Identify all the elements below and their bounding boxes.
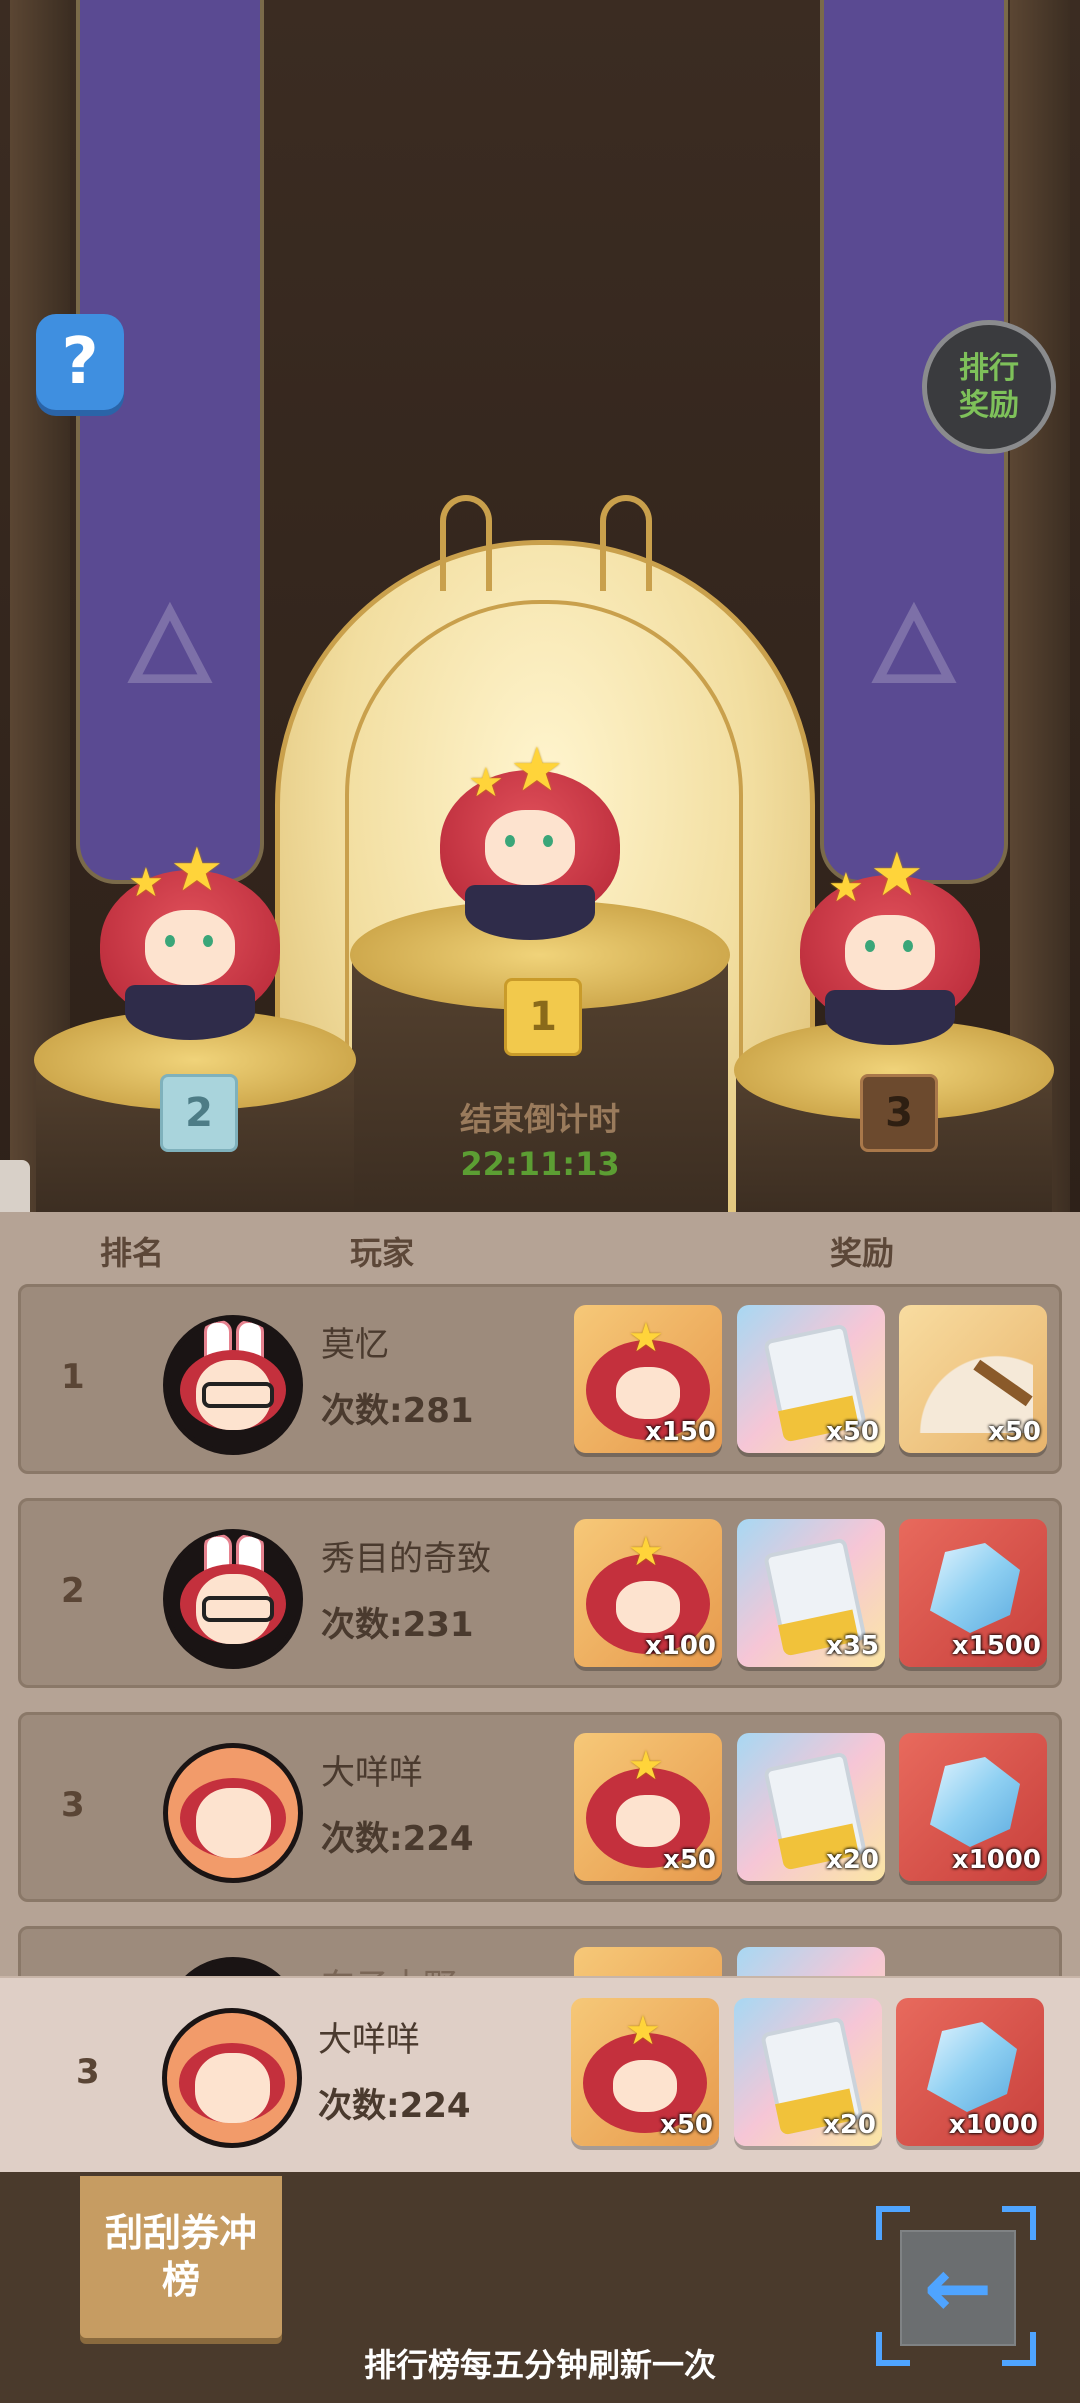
reward-qty: x1000 [948, 2110, 1038, 2140]
reward-qty: x50 [988, 1417, 1041, 1447]
gem-reward-item[interactable]: x1000 [896, 1998, 1044, 2146]
reward-qty: x150 [644, 1417, 716, 1447]
help-button[interactable]: ? [36, 314, 124, 410]
reward-qty: x50 [826, 1417, 879, 1447]
scratch-ticket-reward-item[interactable]: x50 [737, 1305, 885, 1453]
arch-horn-right [600, 495, 652, 591]
star-icon: ★ [870, 840, 924, 910]
back-arrow-icon: ← [900, 2230, 1016, 2346]
reward-qty: x50 [663, 1845, 716, 1875]
scratch-ticket-ranking-label: 刮刮券冲 榜 [104, 2210, 257, 2303]
play-count: 次数:231 [321, 1605, 474, 1645]
diamond-icon [930, 1757, 1020, 1847]
table-row[interactable]: 3 大咩咩 次数:224 ★ x50 x20 x1000 [18, 1712, 1062, 1902]
my-avatar [162, 2008, 302, 2148]
scratch-ticket-reward-item[interactable]: x20 [734, 1998, 882, 2146]
avatar [163, 1529, 303, 1669]
play-count: 次数:224 [321, 1819, 474, 1859]
torch-icon: 🜂 [121, 581, 219, 709]
torch-icon: 🜂 [865, 581, 963, 709]
podium-scene: 🜂 🜂 ★ ★ ★ ★ ★ ★ 1 2 3 结束倒计时 22:11:13 [0, 0, 1080, 1215]
star-icon: ★ [628, 1315, 664, 1361]
reward-qty: x1000 [951, 1845, 1041, 1875]
ranking-rewards-label: 排行 奖励 [959, 350, 1019, 424]
star-icon: ★ [625, 2008, 661, 2054]
table-row[interactable]: 1 莫忆 次数:281 ★ x150 x50 x50 [18, 1284, 1062, 1474]
reward-qty: x20 [826, 1845, 879, 1875]
my-rank-number: 3 [76, 2052, 100, 2092]
play-count: 次数:281 [321, 1391, 474, 1431]
star-icon: ★ [468, 760, 504, 806]
hero-reward-item[interactable]: ★ x50 [571, 1998, 719, 2146]
my-play-count: 次数:224 [318, 2086, 471, 2126]
diamond-icon [927, 2022, 1017, 2112]
rank-number: 2 [61, 1571, 85, 1611]
hero-reward-item[interactable]: ★ x50 [574, 1733, 722, 1881]
header-reward: 奖励 [830, 1234, 895, 1272]
star-icon: ★ [628, 1743, 664, 1789]
first-place-character: ★ ★ [430, 735, 630, 940]
my-player-name: 大咩咩 [318, 2020, 420, 2060]
right-pillar [1010, 0, 1070, 1215]
star-icon: ★ [128, 860, 164, 906]
star-icon: ★ [628, 1529, 664, 1575]
header-player: 玩家 [350, 1234, 415, 1272]
rank-number: 3 [61, 1785, 85, 1825]
scratch-ticket-reward-item[interactable]: x35 [737, 1519, 885, 1667]
third-place-character: ★ ★ [790, 840, 990, 1045]
fan-reward-item[interactable]: x50 [899, 1305, 1047, 1453]
player-name: 大咩咩 [321, 1753, 423, 1793]
reward-qty: x35 [826, 1631, 879, 1661]
star-icon: ★ [510, 735, 564, 805]
reward-qty: x20 [823, 2110, 876, 2140]
scratch-ticket-reward-item[interactable]: x20 [737, 1733, 885, 1881]
avatar [163, 1743, 303, 1883]
countdown-label: 结束倒计时 [459, 1100, 620, 1138]
reward-qty: x100 [644, 1631, 716, 1661]
refresh-note: 排行榜每五分钟刷新一次 [363, 2346, 716, 2384]
ranking-rewards-button[interactable]: 排行 奖励 [922, 320, 1056, 454]
gem-reward-item[interactable]: x1000 [899, 1733, 1047, 1881]
rank-1-badge: 1 [504, 978, 582, 1056]
gem-reward-item[interactable]: x1500 [899, 1519, 1047, 1667]
header-rank: 排名 [100, 1234, 165, 1272]
countdown-timer: 22:11:13 [460, 1145, 620, 1183]
left-banner: 🜂 [76, 0, 264, 884]
player-name: 莫忆 [321, 1325, 389, 1365]
avatar [163, 1315, 303, 1455]
star-icon: ★ [170, 835, 224, 905]
diamond-icon [930, 1543, 1020, 1633]
second-place-character: ★ ★ [90, 835, 290, 1040]
reward-qty: x1500 [951, 1631, 1041, 1661]
table-row[interactable]: 2 秀目的奇致 次数:231 ★ x100 x35 x1500 [18, 1498, 1062, 1688]
hero-reward-item[interactable]: ★ x100 [574, 1519, 722, 1667]
arch-horn-left [440, 495, 492, 591]
rank-number: 1 [61, 1357, 85, 1397]
my-rank-row[interactable]: 3 大咩咩 次数:224 ★ x50 x20 x1000 [0, 1976, 1080, 2174]
reward-qty: x50 [660, 2110, 713, 2140]
hero-reward-item[interactable]: ★ x150 [574, 1305, 722, 1453]
player-name: 秀目的奇致 [321, 1539, 491, 1579]
scratch-ticket-ranking-button[interactable]: 刮刮券冲 榜 [80, 2176, 282, 2338]
leaderboard-header: 排名 玩家 奖励 [0, 1212, 1080, 1282]
star-icon: ★ [828, 865, 864, 911]
